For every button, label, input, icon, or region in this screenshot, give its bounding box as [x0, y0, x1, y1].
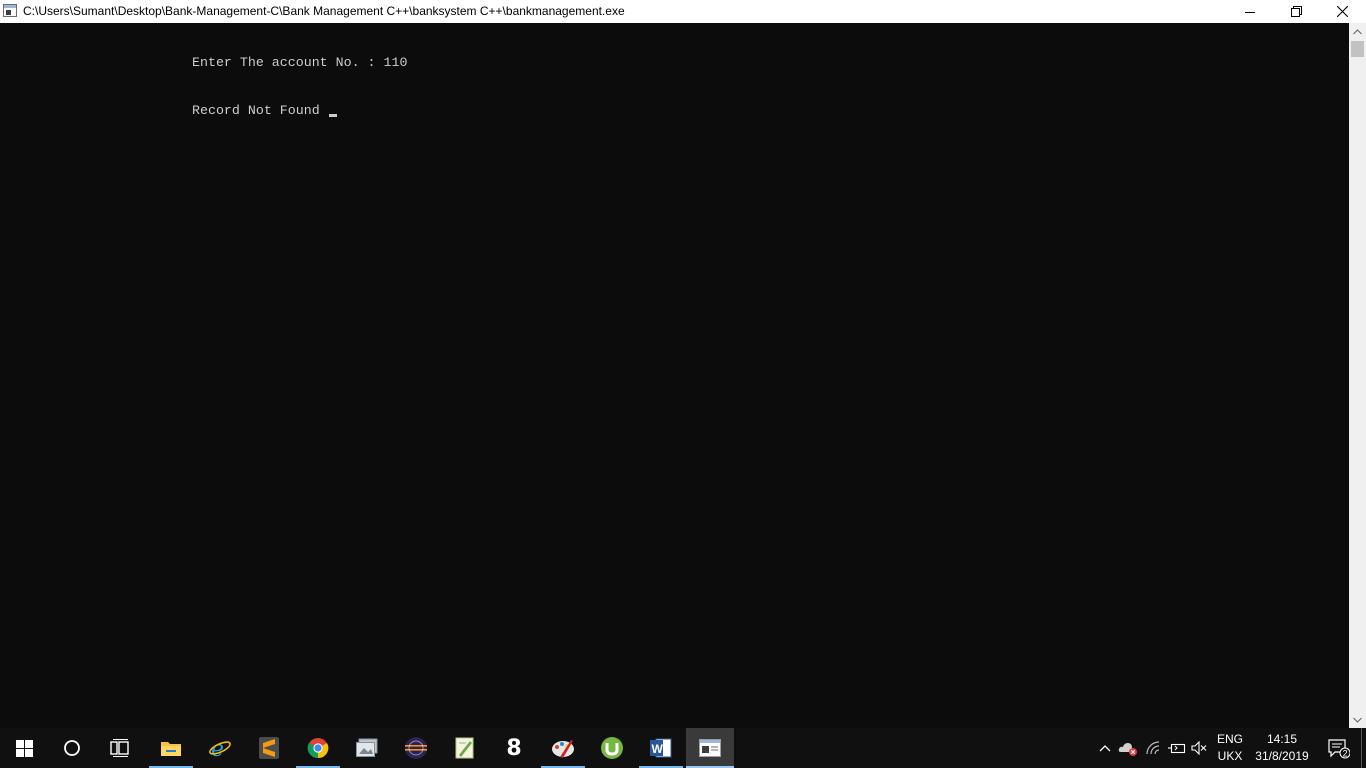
- cloud-error-icon: [1118, 743, 1137, 756]
- console-app-icon: [699, 739, 721, 757]
- taskbar-file-explorer[interactable]: [147, 728, 195, 768]
- taskbar-word[interactable]: W: [637, 728, 685, 768]
- chevron-down-icon: [1353, 717, 1362, 723]
- language-indicator[interactable]: ENG UKX: [1208, 728, 1252, 768]
- tray-battery[interactable]: [1166, 728, 1188, 768]
- eclipse-icon: [405, 737, 427, 759]
- tray-volume[interactable]: [1189, 728, 1209, 768]
- battery-plug-icon: [1168, 743, 1186, 754]
- taskbar-internet-explorer[interactable]: e: [196, 728, 244, 768]
- notification-icon: 2: [1328, 739, 1350, 759]
- clock-time: 14:15: [1266, 732, 1298, 746]
- cortana-search-icon: [64, 740, 80, 756]
- clock-date: 31/8/2019: [1255, 749, 1309, 763]
- taskbar-console-app[interactable]: [686, 728, 734, 768]
- record-not-found-text: Record Not Found: [192, 103, 328, 118]
- action-center-button[interactable]: 2: [1318, 728, 1358, 768]
- language-code: ENG: [1216, 732, 1243, 746]
- tray-network[interactable]: [1144, 728, 1164, 768]
- chrome-icon: [307, 738, 329, 759]
- restore-icon: [1290, 6, 1302, 17]
- notification-count: 2: [1343, 748, 1348, 758]
- image-viewer-icon: [356, 738, 378, 757]
- scroll-up-button[interactable]: [1349, 23, 1366, 40]
- file-explorer-icon: [161, 742, 181, 756]
- wifi-icon: [1146, 741, 1160, 755]
- restore-button[interactable]: [1273, 0, 1319, 23]
- chevron-up-icon: [1353, 28, 1362, 34]
- task-view-icon: [110, 739, 129, 757]
- tray-onedrive[interactable]: [1117, 728, 1139, 768]
- internet-explorer-icon: e: [209, 737, 231, 759]
- close-button[interactable]: [1319, 0, 1365, 23]
- taskbar-notepad-plus[interactable]: [441, 728, 489, 768]
- scroll-down-button[interactable]: [1349, 711, 1366, 728]
- notepad-plus-icon: [455, 737, 474, 759]
- scroll-thumb[interactable]: [1351, 41, 1364, 57]
- task-view-button[interactable]: [96, 728, 144, 768]
- account-prompt-line: Enter The account No. : 110: [192, 55, 408, 70]
- console-app-icon: [3, 4, 17, 17]
- word-icon: W: [650, 738, 672, 758]
- taskbar-eclipse[interactable]: [392, 728, 440, 768]
- utorrent-icon: [601, 737, 623, 759]
- console-output[interactable]: Enter The account No. : 110 Record Not F…: [0, 23, 1349, 728]
- paint-tool-icon: [552, 740, 574, 758]
- taskbar: e 8 W ENG UKX 14:15 31/8/2019 2: [0, 728, 1366, 768]
- taskbar-paint-tool[interactable]: [539, 728, 587, 768]
- taskbar-utorrent[interactable]: [588, 728, 636, 768]
- minimize-icon: [1245, 11, 1255, 13]
- text-cursor: [328, 114, 337, 117]
- start-button[interactable]: [0, 728, 48, 768]
- sublime-text-icon: [259, 737, 279, 759]
- app-8-icon: 8: [506, 735, 522, 761]
- clock[interactable]: 14:15 31/8/2019: [1252, 728, 1312, 768]
- chevron-up-icon: [1099, 745, 1111, 752]
- close-icon: [1336, 6, 1348, 17]
- taskbar-chrome[interactable]: [294, 728, 342, 768]
- keyboard-layout: UKX: [1217, 749, 1243, 763]
- taskbar-image-viewer[interactable]: [343, 728, 391, 768]
- result-line: Record Not Found: [192, 103, 337, 119]
- windows-start-icon: [15, 739, 33, 757]
- taskbar-app-8[interactable]: 8: [490, 728, 538, 768]
- svg-text:W: W: [652, 742, 664, 756]
- show-hidden-icons-button[interactable]: [1096, 728, 1114, 768]
- window-title: C:\Users\Sumant\Desktop\Bank-Management-…: [23, 4, 625, 18]
- vertical-scrollbar[interactable]: [1349, 23, 1366, 728]
- cortana-button[interactable]: [48, 728, 96, 768]
- title-bar[interactable]: C:\Users\Sumant\Desktop\Bank-Management-…: [0, 0, 1366, 23]
- volume-muted-icon: [1191, 741, 1207, 755]
- taskbar-sublime-text[interactable]: [245, 728, 293, 768]
- minimize-button[interactable]: [1227, 0, 1273, 23]
- show-desktop-button[interactable]: [1361, 728, 1366, 768]
